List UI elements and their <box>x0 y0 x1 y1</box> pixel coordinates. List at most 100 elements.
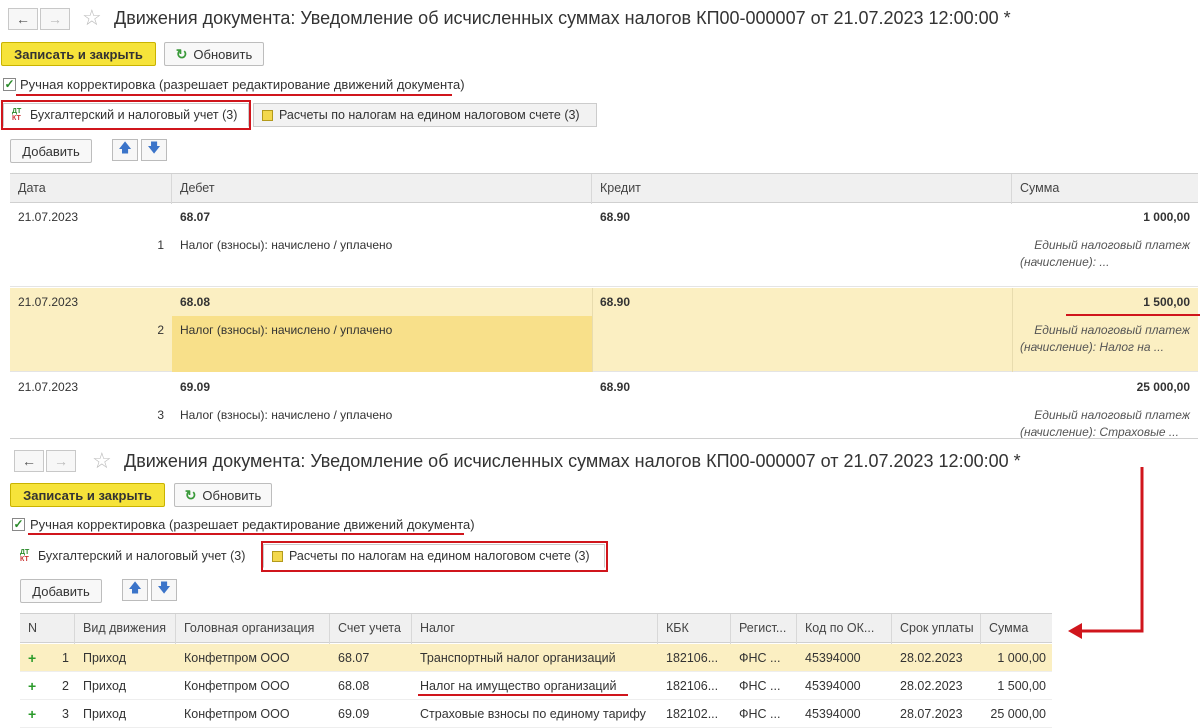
row-org: Конфетпром ООО <box>184 679 290 693</box>
row-date: 21.07.2023 <box>18 210 79 224</box>
row-kind: Приход <box>83 707 126 721</box>
table-header: N Вид движения Головная организация Счет… <box>20 613 1052 644</box>
table-row-selected[interactable]: 21.07.2023 2 68.08 Налог (взносы): начис… <box>10 288 1198 372</box>
row-kbk: 182106... <box>666 651 719 665</box>
tab-accounting[interactable]: ДТ КТ Бухгалтерский и налоговый учет (3) <box>12 544 258 568</box>
row-sum: 1 500,00 <box>1143 295 1190 309</box>
row-due: 28.07.2023 <box>900 707 963 721</box>
col-account[interactable]: Счет учета <box>330 614 412 644</box>
row-due: 28.02.2023 <box>900 679 963 693</box>
row-desc: Налог (взносы): начислено / уплачено <box>180 408 393 422</box>
manual-edit-label[interactable]: Ручная корректировка (разрешает редактир… <box>20 77 465 92</box>
col-sum[interactable]: Сумма <box>981 614 1052 644</box>
plus-icon: + <box>28 650 37 666</box>
add-button[interactable]: Добавить <box>10 139 92 163</box>
col-kbk[interactable]: КБК <box>658 614 731 644</box>
row-reg: ФНС ... <box>739 707 781 721</box>
save-close-label: Записать и закрыть <box>14 46 143 62</box>
col-tax[interactable]: Налог <box>412 614 658 644</box>
row-note-2: (начисление): ... <box>1020 255 1110 269</box>
arrow-down-icon: 🡇 <box>147 140 161 155</box>
row-num: 2 <box>157 323 164 337</box>
plus-icon: + <box>28 706 37 722</box>
table-row[interactable]: + 3 Приход Конфетпром ООО 69.09 Страховы… <box>20 700 1052 728</box>
col-due[interactable]: Срок уплаты <box>892 614 981 644</box>
forward-button[interactable]: → <box>46 450 76 472</box>
col-credit[interactable]: Кредит <box>592 174 1012 204</box>
underline-annotation <box>16 94 452 96</box>
save-close-button[interactable]: Записать и закрыть <box>10 483 165 507</box>
save-close-label: Записать и закрыть <box>23 487 152 503</box>
plus-icon: + <box>28 678 37 694</box>
tax-underline-annotation <box>418 694 628 696</box>
refresh-button[interactable]: ↻ Обновить <box>174 483 272 507</box>
arrow-left-icon: ← <box>16 11 30 27</box>
underline-annotation <box>28 533 464 535</box>
move-down-button[interactable]: 🡇 <box>151 579 177 601</box>
page-title: Движения документа: Уведомление об исчис… <box>114 8 1011 28</box>
favorite-star-icon[interactable]: ☆ <box>92 450 112 472</box>
row-due: 28.02.2023 <box>900 651 963 665</box>
move-up-button[interactable]: 🡅 <box>112 139 138 161</box>
refresh-button[interactable]: ↻ Обновить <box>164 42 264 66</box>
row-reg: ФНС ... <box>739 679 781 693</box>
row-org: Конфетпром ООО <box>184 707 290 721</box>
arrow-up-icon: 🡅 <box>128 580 142 595</box>
row-credit: 68.90 <box>600 380 631 394</box>
row-reg: ФНС ... <box>739 651 781 665</box>
col-sum[interactable]: Сумма <box>1012 174 1198 204</box>
move-down-button[interactable]: 🡇 <box>141 139 167 161</box>
col-debit[interactable]: Дебет <box>172 174 592 204</box>
dt-kt-icon: ДТ КТ <box>20 549 30 563</box>
move-up-button[interactable]: 🡅 <box>122 579 148 601</box>
col-date[interactable]: Дата <box>10 174 172 204</box>
row-sum: 25 000,00 <box>1136 380 1190 394</box>
row-debit: 69.09 <box>180 380 211 394</box>
row-credit: 68.90 <box>600 295 631 309</box>
tab-tax-settlements-label: Расчеты по налогам на едином налоговом с… <box>279 108 580 122</box>
manual-edit-checkbox[interactable]: ✓ <box>3 78 16 91</box>
row-sum: 25 000,00 <box>990 707 1046 721</box>
row-credit: 68.90 <box>600 210 631 224</box>
sum-underline-annotation <box>1066 314 1200 316</box>
row-date: 21.07.2023 <box>18 380 79 394</box>
col-n[interactable]: N <box>20 614 75 644</box>
col-org[interactable]: Головная организация <box>176 614 330 644</box>
col-kind[interactable]: Вид движения <box>75 614 176 644</box>
row-desc: Налог (взносы): начислено / уплачено <box>180 323 393 337</box>
row-tax: Транспортный налог организаций <box>420 651 616 665</box>
row-num: 1 <box>157 238 164 252</box>
tab-accounting-label: Бухгалтерский и налоговый учет (3) <box>38 549 246 563</box>
row-kbk: 182102... <box>666 707 719 721</box>
back-button[interactable]: ← <box>14 450 44 472</box>
save-close-button[interactable]: Записать и закрыть <box>1 42 156 66</box>
row-account: 69.09 <box>338 707 370 721</box>
table-row[interactable]: 21.07.2023 3 69.09 Налог (взносы): начис… <box>10 373 1198 439</box>
row-num: 3 <box>157 408 164 422</box>
row-debit: 68.08 <box>180 295 211 309</box>
refresh-label: Обновить <box>202 487 262 503</box>
tab-highlight-annotation <box>1 100 251 130</box>
row-note: Единый налоговый платеж <box>1034 408 1190 422</box>
col-okt[interactable]: Код по ОК... <box>797 614 892 644</box>
row-account: 68.08 <box>338 679 370 693</box>
back-button[interactable]: ← <box>8 8 38 30</box>
manual-edit-label[interactable]: Ручная корректировка (разрешает редактир… <box>30 517 475 532</box>
row-kind: Приход <box>83 679 126 693</box>
table-row[interactable]: 21.07.2023 1 68.07 Налог (взносы): начис… <box>10 203 1198 287</box>
tab-tax-settlements[interactable]: Расчеты по налогам на едином налоговом с… <box>253 103 597 127</box>
row-sum: 1 000,00 <box>997 651 1046 665</box>
forward-button[interactable]: → <box>40 8 70 30</box>
table-row-selected[interactable]: + 1 Приход Конфетпром ООО 68.07 Транспор… <box>20 644 1052 672</box>
manual-edit-checkbox[interactable]: ✓ <box>12 518 25 531</box>
row-note-2: (начисление): Страховые ... <box>1020 425 1179 439</box>
row-tax: Страховые взносы по единому тарифу <box>420 707 646 721</box>
cell-divider <box>592 288 593 372</box>
add-button[interactable]: Добавить <box>20 579 102 603</box>
arrow-right-icon: → <box>48 11 62 27</box>
col-reg[interactable]: Регист... <box>731 614 797 644</box>
row-debit: 68.07 <box>180 210 211 224</box>
table-header: Дата Дебет Кредит Сумма <box>10 173 1198 204</box>
arrow-down-icon: 🡇 <box>157 580 171 595</box>
favorite-star-icon[interactable]: ☆ <box>82 7 102 29</box>
